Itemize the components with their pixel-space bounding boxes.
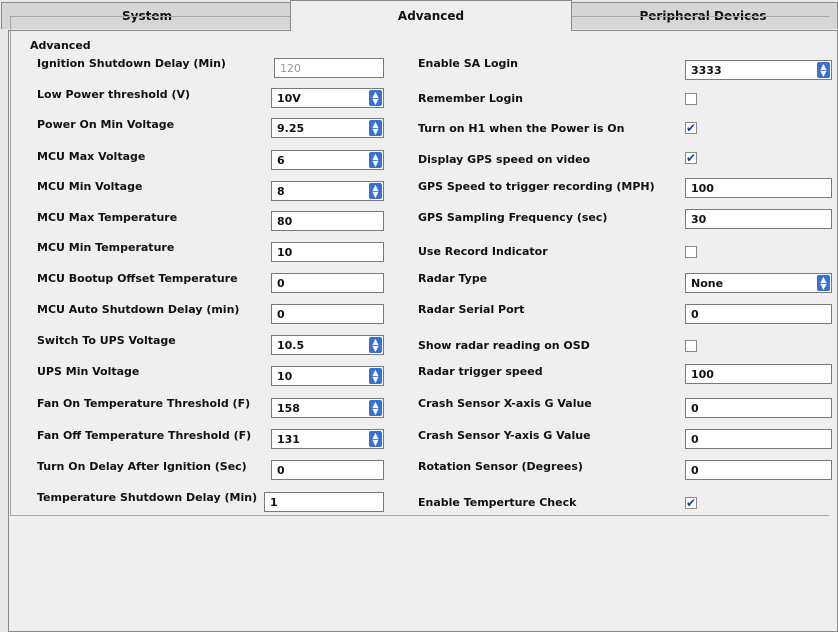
- use-record-indicator-checkbox[interactable]: [685, 246, 697, 258]
- fan-on-threshold-select[interactable]: 158 ▲ ▼: [271, 398, 384, 418]
- rotation-sensor-label: Rotation Sensor (Degrees): [418, 460, 583, 473]
- remember-login-label: Remember Login: [418, 92, 523, 105]
- fan-off-threshold-select[interactable]: 131 ▲ ▼: [271, 429, 384, 449]
- mcu-min-temperature-input[interactable]: 10: [271, 242, 384, 262]
- checkmark-icon: ✔: [685, 496, 697, 510]
- use-record-indicator-label: Use Record Indicator: [418, 245, 548, 258]
- updown-arrow-icon: ▲ ▼: [369, 120, 382, 136]
- crash-sensor-x-label: Crash Sensor X-axis G Value: [418, 397, 592, 410]
- show-radar-reading-label: Show radar reading on OSD: [418, 339, 590, 352]
- fan-on-threshold-value: 158: [277, 401, 300, 415]
- fan-off-threshold-value: 131: [277, 432, 300, 446]
- ignition-shutdown-delay-input[interactable]: 120: [274, 58, 384, 78]
- crash-sensor-y-label: Crash Sensor Y-axis G Value: [418, 429, 591, 442]
- updown-arrow-icon: ▲ ▼: [369, 152, 382, 168]
- power-on-min-voltage-value: 9.25: [277, 121, 305, 135]
- crash-sensor-x-input[interactable]: 0: [685, 398, 832, 418]
- radar-type-value: None: [691, 276, 724, 290]
- ups-min-voltage-value: 10: [277, 369, 293, 383]
- updown-arrow-icon: ▲ ▼: [369, 90, 382, 106]
- checkmark-icon: ✔: [685, 151, 697, 165]
- power-on-min-voltage-select[interactable]: 9.25 ▲ ▼: [271, 118, 384, 138]
- tab-advanced[interactable]: Advanced: [290, 0, 572, 31]
- switch-to-ups-voltage-select[interactable]: 10.5 ▲ ▼: [271, 335, 384, 355]
- updown-arrow-icon: ▲ ▼: [369, 400, 382, 416]
- gps-speed-trigger-input[interactable]: 100: [685, 178, 832, 198]
- updown-arrow-icon: ▲ ▼: [369, 183, 382, 199]
- display-gps-speed-label: Display GPS speed on video: [418, 153, 591, 166]
- enable-temperature-check-checkbox[interactable]: ✔: [685, 497, 697, 509]
- mcu-bootup-offset-temperature-input[interactable]: 0: [271, 273, 384, 293]
- display-gps-speed-checkbox[interactable]: ✔: [685, 152, 697, 164]
- turn-on-h1-label: Turn on H1 when the Power is On: [418, 122, 625, 135]
- enable-sa-login-select[interactable]: 3333 ▲ ▼: [685, 60, 832, 80]
- enable-sa-login-label: Enable SA Login: [418, 57, 519, 70]
- mcu-max-voltage-label: MCU Max Voltage: [37, 150, 146, 163]
- gps-speed-trigger-label: GPS Speed to trigger recording (MPH): [418, 180, 655, 193]
- gps-sampling-frequency-label: GPS Sampling Frequency (sec): [418, 211, 608, 224]
- low-power-threshold-label: Low Power threshold (V): [37, 88, 191, 101]
- ignition-shutdown-delay-label: Ignition Shutdown Delay (Min): [37, 57, 226, 70]
- radar-type-label: Radar Type: [418, 272, 488, 285]
- remember-login-checkbox[interactable]: [685, 93, 697, 105]
- updown-arrow-icon: ▲ ▼: [369, 431, 382, 447]
- fan-on-threshold-label: Fan On Temperature Threshold (F): [37, 397, 251, 410]
- turn-on-delay-after-ignition-label: Turn On Delay After Ignition (Sec): [37, 460, 247, 473]
- mcu-min-voltage-value: 8: [277, 184, 285, 198]
- show-radar-reading-checkbox[interactable]: [685, 340, 697, 352]
- updown-arrow-icon: ▲ ▼: [369, 368, 382, 384]
- radar-trigger-speed-input[interactable]: 100: [685, 364, 832, 384]
- turn-on-delay-after-ignition-input[interactable]: 0: [271, 460, 384, 480]
- mcu-min-voltage-label: MCU Min Voltage: [37, 180, 143, 193]
- temperature-shutdown-delay-label: Temperature Shutdown Delay (Min): [37, 491, 258, 504]
- radar-serial-port-input[interactable]: 0: [685, 304, 832, 324]
- radar-type-select[interactable]: None ▲ ▼: [685, 273, 832, 293]
- rotation-sensor-input[interactable]: 0: [685, 460, 832, 480]
- enable-temperature-check-label: Enable Temperture Check: [418, 496, 577, 509]
- enable-sa-login-value: 3333: [691, 63, 722, 77]
- updown-arrow-icon: ▲ ▼: [817, 62, 830, 78]
- checkmark-icon: ✔: [685, 121, 697, 135]
- mcu-min-temperature-label: MCU Min Temperature: [37, 241, 175, 254]
- mcu-auto-shutdown-delay-input[interactable]: 0: [271, 304, 384, 324]
- radar-trigger-speed-label: Radar trigger speed: [418, 365, 543, 378]
- temperature-shutdown-delay-input[interactable]: 1: [264, 492, 384, 512]
- mcu-auto-shutdown-delay-label: MCU Auto Shutdown Delay (min): [37, 303, 240, 316]
- updown-arrow-icon: ▲ ▼: [817, 275, 830, 291]
- fan-off-threshold-label: Fan Off Temperature Threshold (F): [37, 429, 252, 442]
- low-power-threshold-value: 10V: [277, 91, 301, 105]
- ups-min-voltage-select[interactable]: 10 ▲ ▼: [271, 366, 384, 386]
- mcu-min-voltage-select[interactable]: 8 ▲ ▼: [271, 181, 384, 201]
- switch-to-ups-voltage-value: 10.5: [277, 338, 305, 352]
- gps-sampling-frequency-input[interactable]: 30: [685, 209, 832, 229]
- switch-to-ups-voltage-label: Switch To UPS Voltage: [37, 334, 176, 347]
- turn-on-h1-checkbox[interactable]: ✔: [685, 122, 697, 134]
- mcu-max-temperature-label: MCU Max Temperature: [37, 211, 178, 224]
- crash-sensor-y-input[interactable]: 0: [685, 429, 832, 449]
- ups-min-voltage-label: UPS Min Voltage: [37, 365, 140, 378]
- low-power-threshold-select[interactable]: 10V ▲ ▼: [271, 88, 384, 108]
- mcu-max-voltage-select[interactable]: 6 ▲ ▼: [271, 150, 384, 170]
- updown-arrow-icon: ▲ ▼: [369, 337, 382, 353]
- group-title: Advanced: [28, 39, 93, 52]
- mcu-max-voltage-value: 6: [277, 153, 285, 167]
- mcu-bootup-offset-temperature-label: MCU Bootup Offset Temperature: [37, 272, 238, 285]
- radar-serial-port-label: Radar Serial Port: [418, 303, 525, 316]
- power-on-min-voltage-label: Power On Min Voltage: [37, 118, 175, 131]
- mcu-max-temperature-input[interactable]: 80: [271, 211, 384, 231]
